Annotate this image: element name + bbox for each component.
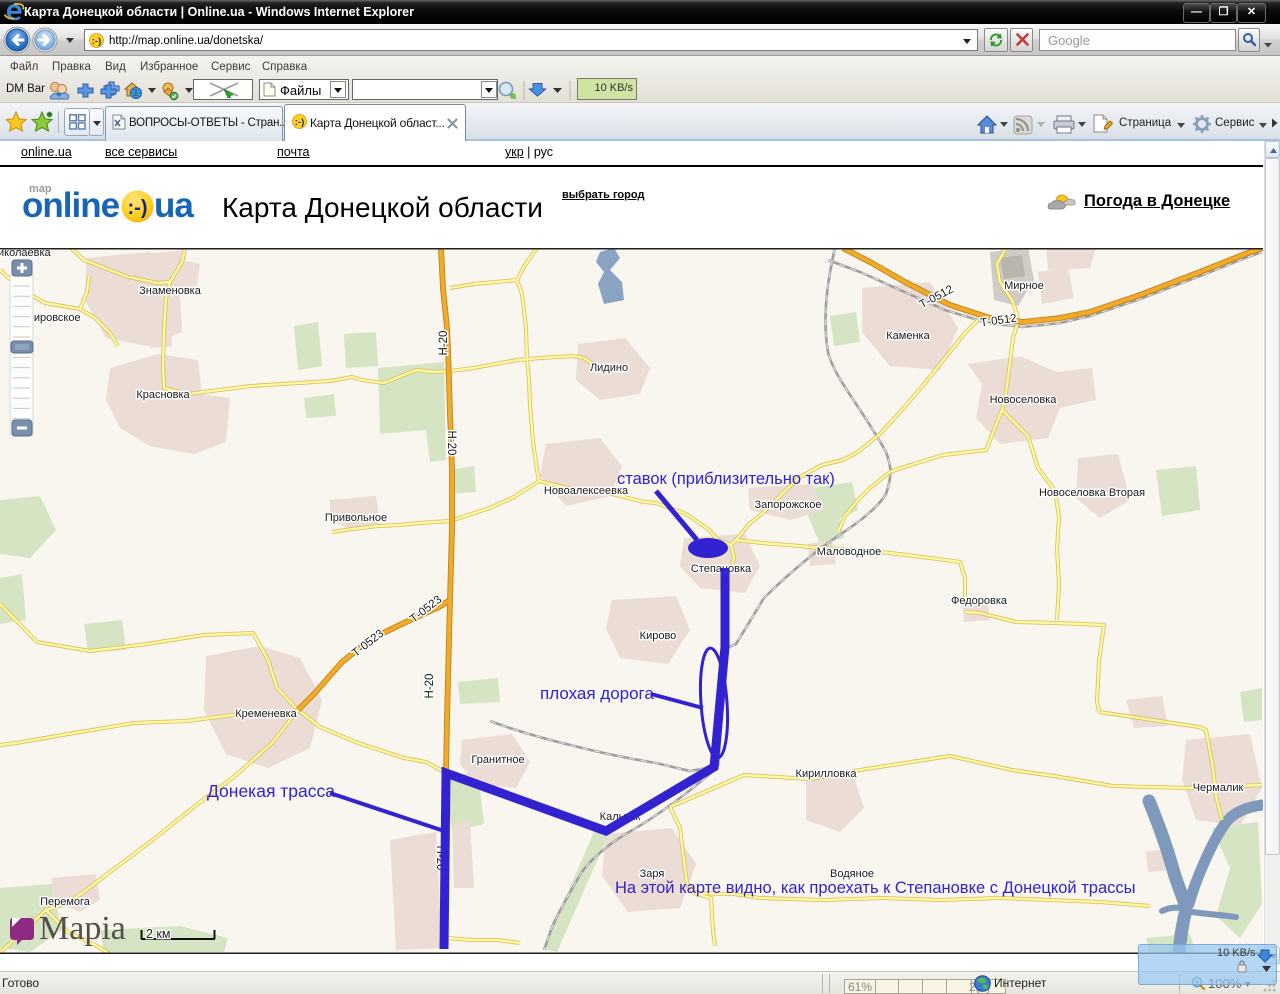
svg-text:Новоселовка: Новоселовка xyxy=(990,394,1058,406)
svg-text::-): :-) xyxy=(128,197,148,219)
svg-text:Мирное: Мирное xyxy=(1004,280,1044,292)
svg-text:Кирилловка: Кирилловка xyxy=(796,768,858,780)
svg-text:иколаевка: иколаевка xyxy=(0,248,52,259)
svg-text:Запорожское: Запорожское xyxy=(755,499,822,511)
svg-text:2 км: 2 км xyxy=(146,927,171,941)
svg-text:Донекая трасса: Донекая трасса xyxy=(207,781,335,801)
svg-text:Маловодное: Маловодное xyxy=(817,546,881,558)
svg-text:Красновка: Красновка xyxy=(136,389,190,401)
svg-text:Знаменовка: Знаменовка xyxy=(139,285,202,297)
svg-text::-): :-) xyxy=(295,117,305,128)
svg-text:Кирово: Кирово xyxy=(640,630,677,642)
svg-text:Кременевка: Кременевка xyxy=(235,708,297,720)
svg-text::-): :-) xyxy=(92,36,102,47)
svg-text:плохая дорога: плохая дорога xyxy=(540,684,654,703)
svg-text:Привольное: Привольное xyxy=(325,512,387,524)
svg-text:Чермалик: Чермалик xyxy=(1193,782,1244,794)
svg-text:Федоровка: Федоровка xyxy=(951,595,1008,607)
svg-text:Каменка: Каменка xyxy=(886,330,930,342)
svg-text:Лидино: Лидино xyxy=(590,362,628,374)
svg-text:На этой карте видно, как проех: На этой карте видно, как проехать к Степ… xyxy=(615,879,1136,897)
svg-text:Кировское: Кировское xyxy=(27,312,80,324)
svg-text:Н-20: Н-20 xyxy=(424,674,436,699)
svg-text:Н-20: Н-20 xyxy=(445,431,457,456)
svg-text:Гранитное: Гранитное xyxy=(471,754,524,766)
svg-text:Mapia: Mapia xyxy=(39,910,126,947)
svg-text:ставок (приблизительно так): ставок (приблизительно так) xyxy=(617,470,835,488)
svg-text:Новоселовка Вторая: Новоселовка Вторая xyxy=(1039,487,1145,499)
svg-text:Перемога: Перемога xyxy=(40,896,91,908)
svg-text:Н-20: Н-20 xyxy=(438,331,450,356)
